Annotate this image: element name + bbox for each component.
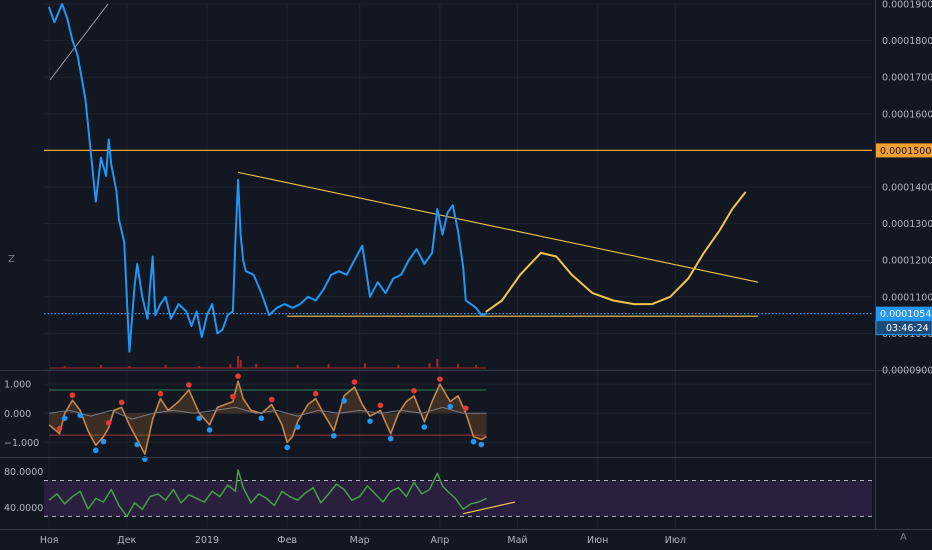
time-tick-label: Апр xyxy=(431,535,450,546)
volume-bar xyxy=(363,363,366,368)
price-tick-label: 0.0000900 xyxy=(882,366,932,377)
price-tick-label: 0.0001700 xyxy=(882,73,932,84)
oscillator-red-marker xyxy=(377,402,384,409)
oscillator-blue-marker xyxy=(478,441,485,448)
volume-bar xyxy=(436,359,439,368)
oscillator-tick-label: 1.000 xyxy=(4,380,31,391)
time-tick-label: Дек xyxy=(117,535,136,546)
oscillator-red-marker xyxy=(186,382,192,388)
time-tick-label: Июл xyxy=(665,535,686,546)
oscillator-blue-marker xyxy=(206,427,213,433)
oscillator-red-marker xyxy=(351,379,358,385)
oscillator-blue-marker xyxy=(387,435,394,442)
volume-bar xyxy=(237,356,240,368)
countdown-label: 03:46:24 xyxy=(886,323,929,334)
time-tick-label: 2019 xyxy=(195,535,219,546)
rsi-band xyxy=(44,479,872,517)
time-tick-label: Ноя xyxy=(40,535,59,546)
volume-bar xyxy=(229,364,232,368)
oscillator-blue-marker xyxy=(100,438,107,445)
rsi-tick-label: 80.0000 xyxy=(4,467,43,478)
oscillator-red-marker xyxy=(462,405,469,412)
oscillator-blue-marker xyxy=(284,444,291,451)
oscillator-tick-label: −1.000 xyxy=(4,438,39,449)
oscillator-red-marker xyxy=(411,387,417,394)
price-tick-label: 0.0001800 xyxy=(882,36,932,47)
rsi-band-fill xyxy=(44,480,872,517)
trading-chart[interactable]: 0.0001900 0.0001800 0.0001700 0.0001600 0.00… xyxy=(0,0,932,550)
oscillator-blue-marker xyxy=(294,424,301,430)
oscillator-blue-marker xyxy=(331,432,337,439)
oscillator-red-marker xyxy=(105,420,112,426)
oscillator-blue-marker xyxy=(447,403,454,410)
oscillator-blue-marker xyxy=(61,415,68,422)
oscillator-blue-marker xyxy=(258,415,265,422)
oscillator-red-marker xyxy=(69,392,76,398)
oscillator-blue-marker xyxy=(421,424,428,430)
corner-left[interactable]: Z xyxy=(8,254,15,265)
price-tick-label: 0.0001400 xyxy=(882,183,932,194)
oscillator-blue-marker xyxy=(367,418,373,424)
volume-bar xyxy=(327,364,330,368)
auto-scale-button[interactable]: A xyxy=(900,532,907,543)
oscillator-red-marker xyxy=(230,393,236,400)
time-tick-label: Фев xyxy=(277,535,297,546)
oscillator-blue-marker xyxy=(134,441,140,448)
price-tag-label: 0.0001054 xyxy=(880,309,931,320)
oscillator-blue-marker xyxy=(196,415,203,422)
volume-bar xyxy=(255,364,258,368)
oscillator-red-marker xyxy=(268,396,275,403)
time-tick-label: Июн xyxy=(587,535,608,546)
price-tag-label: 0.0001500 xyxy=(880,146,931,157)
oscillator-red-marker xyxy=(56,425,63,432)
oscillator-blue-marker xyxy=(77,412,84,419)
price-tick-label: 0.0001600 xyxy=(882,109,932,120)
oscillator-blue-marker xyxy=(92,447,99,454)
log-scale-button[interactable]: Z xyxy=(8,254,15,265)
oscillator-tick-label: 0.000 xyxy=(4,409,31,420)
price-tick-label: 0.0001100 xyxy=(882,292,932,303)
oscillator-red-marker xyxy=(157,390,164,397)
corner-right[interactable]: A xyxy=(900,532,907,543)
oscillator-blue-marker xyxy=(470,438,477,445)
volume-bar xyxy=(428,363,431,368)
rsi-tick-label: 40.0000 xyxy=(4,503,43,514)
oscillator-red-marker xyxy=(235,373,241,380)
volume-bar xyxy=(457,364,459,368)
oscillator-red-marker xyxy=(312,390,319,397)
time-tick-label: Мар xyxy=(350,535,370,546)
oscillator-red-marker xyxy=(118,399,125,406)
oscillator-blue-marker xyxy=(341,397,347,404)
price-tick-label: 0.0001300 xyxy=(882,219,932,230)
price-tick-label: 0.0001900 xyxy=(882,0,932,11)
time-tick-label: Май xyxy=(507,535,527,546)
oscillator-red-marker xyxy=(437,376,443,382)
volume-bar xyxy=(239,360,242,368)
price-tick-label: 0.0001200 xyxy=(882,256,932,267)
